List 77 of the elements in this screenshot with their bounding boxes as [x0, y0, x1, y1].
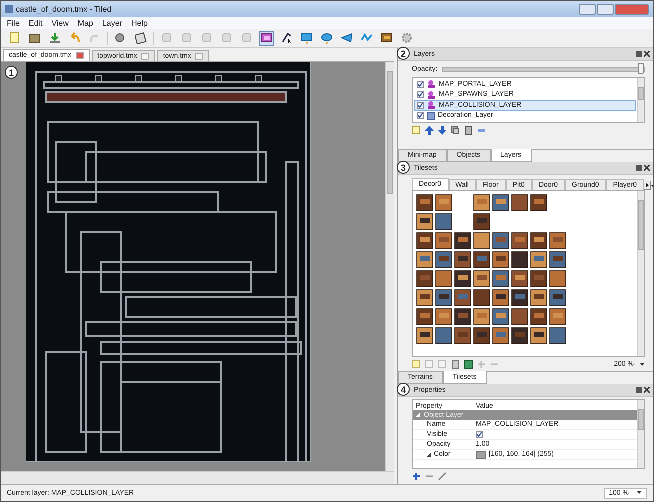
- float-icon: [636, 387, 642, 393]
- visibility-checkbox[interactable]: [417, 112, 424, 120]
- stamp-icon: [260, 32, 272, 44]
- faded-shape-icon: [240, 32, 252, 44]
- trash-icon: [451, 360, 460, 368]
- callout-number: 4: [397, 383, 410, 396]
- zigzag-icon: [360, 32, 372, 44]
- scrollbar[interactable]: [385, 62, 394, 471]
- menu-item[interactable]: Edit: [28, 18, 43, 28]
- maximize-button[interactable]: [597, 4, 614, 14]
- tab-close-icon[interactable]: [141, 52, 150, 60]
- settings-icon[interactable]: [399, 30, 414, 46]
- menu-item[interactable]: Layer: [102, 18, 122, 28]
- slider-thumb[interactable]: [638, 62, 644, 74]
- check-icon: [477, 432, 482, 437]
- download-icon: [48, 32, 60, 44]
- tile-layer-icon: [427, 112, 435, 120]
- faded-shape-icon: [200, 32, 212, 44]
- plus-icon: [412, 472, 421, 480]
- scrollbar[interactable]: [637, 400, 644, 468]
- triangle-icon: [340, 32, 352, 44]
- expand-icon: [427, 452, 431, 456]
- close-icon: [644, 51, 650, 57]
- new-layer-icon: [412, 126, 421, 134]
- tool-button[interactable]: [259, 30, 274, 46]
- scrollbar[interactable]: [1, 471, 394, 484]
- tool-button[interactable]: [379, 30, 394, 46]
- folder-icon: [28, 32, 40, 44]
- tile-icon: [380, 32, 392, 44]
- rectangle-icon: [300, 32, 312, 44]
- object-layer-icon: [427, 80, 436, 88]
- window-title: castle_of_doom.tmx - Tiled: [16, 4, 112, 14]
- minimize-button[interactable]: [579, 4, 596, 14]
- app-icon: [5, 5, 13, 13]
- float-icon: [636, 165, 642, 171]
- duplicate-icon: [451, 126, 460, 134]
- float-icon: [636, 51, 642, 57]
- expand-icon: [416, 413, 420, 417]
- cog-icon: [400, 32, 412, 44]
- up-arrow-icon: [425, 126, 434, 134]
- page-icon: [8, 32, 20, 44]
- menu-item[interactable]: View: [52, 18, 69, 28]
- menu-item[interactable]: File: [7, 18, 20, 28]
- faded-shape-icon: [160, 32, 172, 44]
- curved-arrow-icon: [68, 32, 80, 44]
- visibility-checkbox[interactable]: [417, 80, 424, 88]
- callout-number: 1: [5, 66, 18, 79]
- visibility-checkbox[interactable]: [417, 91, 424, 98]
- new-tileset-icon: [412, 360, 421, 368]
- faded-shape-icon: [220, 32, 232, 44]
- trash-icon: [464, 126, 473, 134]
- faded-shape-icon: [180, 32, 192, 44]
- color-swatch[interactable]: [476, 450, 486, 458]
- close-icon: [644, 387, 650, 393]
- pencil-icon: [438, 472, 447, 480]
- callout-number: 2: [397, 47, 410, 60]
- menu-item[interactable]: Map: [78, 18, 94, 28]
- checkbox[interactable]: [476, 431, 483, 438]
- visibility-checkbox[interactable]: [417, 102, 424, 109]
- down-arrow-icon: [438, 126, 447, 134]
- scrollbar[interactable]: [637, 78, 644, 122]
- callout-number: 3: [397, 161, 410, 174]
- image-icon: [464, 360, 473, 368]
- menu-item[interactable]: Help: [131, 18, 148, 28]
- tab-close-icon[interactable]: [195, 52, 204, 60]
- close-button[interactable]: [615, 4, 649, 14]
- close-icon: [644, 165, 650, 171]
- ellipse-icon: [320, 32, 332, 44]
- right-arrow-icon[interactable]: [644, 181, 652, 190]
- save-icon[interactable]: [47, 30, 62, 46]
- tab-close-icon[interactable]: [76, 52, 84, 59]
- plus-icon: [477, 360, 486, 368]
- pointer-icon: [280, 32, 292, 44]
- object-layer-icon: [427, 101, 436, 110]
- dice-icon: [134, 32, 146, 44]
- object-layer-icon: [427, 90, 436, 99]
- scrollbar[interactable]: [637, 191, 644, 356]
